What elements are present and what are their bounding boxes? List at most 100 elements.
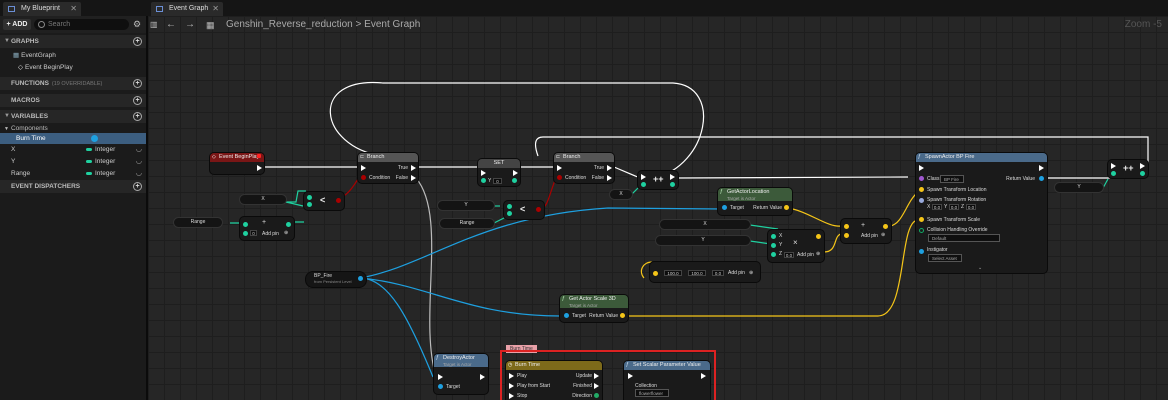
add-dispatcher-icon[interactable]: + [133, 182, 142, 191]
vector-pin[interactable] [653, 271, 658, 276]
branch-node[interactable]: Branch ⊏ Condition True False [358, 153, 418, 183]
add-macro-icon[interactable]: + [133, 96, 142, 105]
increment-node[interactable]: ++ [638, 171, 678, 189]
set-scalar-parameter-node[interactable]: Set Scalar Parameter Value ƒ Collection … [624, 361, 710, 400]
section-graphs[interactable]: ▼ GRAPHS + [0, 35, 146, 48]
exec-out-pin[interactable] [1039, 165, 1044, 171]
search-input[interactable]: Search [34, 19, 129, 30]
add-button[interactable]: + ADD [3, 19, 31, 30]
exec-true-pin[interactable] [411, 165, 416, 171]
int-pin[interactable] [771, 252, 776, 257]
event-graph-canvas[interactable]: ▥ ← → ▦ Genshin_Reverse_reduction > Even… [148, 16, 1168, 400]
graph-item-eventgraph[interactable]: ▦ EventGraph [0, 50, 146, 61]
object-out-pin[interactable] [1039, 176, 1044, 181]
set-variable-node[interactable]: SET Y 0 [478, 159, 520, 186]
get-x-node[interactable]: X [240, 195, 286, 204]
variable-type[interactable]: Integer [86, 156, 115, 167]
get-y-node[interactable]: Y [656, 236, 750, 245]
destroy-actor-node[interactable]: DestroyActor Target is Actor ƒ Target [434, 354, 488, 394]
value-field[interactable]: 0.0 [966, 204, 976, 210]
exec-out-pin[interactable] [594, 373, 599, 379]
enum-out-pin[interactable] [594, 393, 599, 398]
int-pin[interactable] [771, 243, 776, 248]
add-pin-label[interactable]: Add pin [797, 252, 814, 258]
condition-pin[interactable] [361, 175, 366, 180]
int-out-pin[interactable] [286, 222, 291, 227]
collection-dropdown[interactable]: flowerflower [635, 389, 669, 397]
exec-out-pin[interactable] [594, 383, 599, 389]
variable-type[interactable]: Integer [86, 144, 115, 155]
exec-out-pin[interactable] [513, 170, 518, 176]
variable-x[interactable]: X Integer ◡ [0, 144, 146, 155]
vector-out-pin[interactable] [816, 234, 821, 239]
int-pin[interactable] [307, 195, 312, 200]
less-than-node[interactable]: < [304, 192, 344, 210]
get-range-node[interactable]: Range [174, 218, 222, 227]
exec-in-pin[interactable] [438, 374, 443, 380]
exec-in-pin[interactable] [919, 165, 924, 171]
add-node[interactable]: 0 + Add pin ⊕ [240, 217, 294, 240]
int-pin[interactable] [507, 204, 512, 209]
int-pin[interactable] [507, 211, 512, 216]
int-pin[interactable] [771, 234, 776, 239]
timeline-node[interactable]: Burn Time ◷ Play Play from Start Stop Up… [506, 361, 602, 400]
exec-in-pin[interactable] [481, 170, 486, 176]
exec-out-pin[interactable] [1140, 163, 1145, 169]
graph-item-event-beginplay[interactable]: ◇ Event BeginPlay [0, 62, 146, 73]
branch-node[interactable]: Branch ⊏ Condition True False [554, 153, 614, 183]
add-pin-icon[interactable]: ⊕ [749, 270, 753, 276]
tab-my-blueprint[interactable]: My Blueprint ✕ [3, 2, 81, 16]
vector-constant-node[interactable]: 100.0 100.0 0.0 Add pin ⊕ [650, 262, 760, 282]
add-pin-label[interactable]: Add pin [861, 233, 878, 239]
int-pin[interactable] [481, 178, 486, 183]
vector-out-pin[interactable] [883, 224, 888, 229]
value-field[interactable]: 0 [250, 230, 257, 236]
increment-node[interactable]: ++ [1108, 160, 1148, 178]
object-pin[interactable] [722, 205, 727, 210]
vector-out-pin[interactable] [620, 313, 625, 318]
value-field[interactable]: 0.0 [784, 252, 794, 258]
add-vector-node[interactable]: + Add pin ⊕ [841, 219, 891, 243]
close-icon[interactable]: ✕ [70, 2, 77, 16]
exec-false-pin[interactable] [607, 175, 612, 181]
value-field[interactable]: 100.0 [688, 270, 706, 276]
exec-in-pin[interactable] [509, 383, 514, 389]
condition-pin[interactable] [557, 175, 562, 180]
exec-in-pin[interactable] [509, 393, 514, 399]
variable-burn-time[interactable]: Burn Time [0, 133, 146, 144]
close-icon[interactable]: ✕ [212, 2, 219, 16]
exec-in-pin[interactable] [509, 373, 514, 379]
exec-out-pin[interactable] [257, 165, 262, 171]
int-pin[interactable] [1111, 171, 1116, 176]
int-pin[interactable] [641, 182, 646, 187]
exec-true-pin[interactable] [607, 165, 612, 171]
tab-event-graph[interactable]: Event Graph ✕ [151, 2, 223, 16]
get-range-node[interactable]: Range [440, 219, 494, 228]
instigator-dropdown[interactable]: Select Asset [928, 254, 962, 262]
get-actor-scale-node[interactable]: Get Actor Scale 3D Target is Actor ƒ Tar… [560, 295, 628, 322]
object-out-pin[interactable] [358, 276, 363, 281]
vector-pin[interactable] [919, 187, 924, 192]
get-x-node[interactable]: X [610, 190, 632, 199]
less-than-node[interactable]: < [504, 201, 544, 219]
int-out-pin[interactable] [670, 182, 675, 187]
value-field[interactable]: 0.0 [949, 204, 959, 210]
exec-out-pin[interactable] [670, 174, 675, 180]
exec-in-pin[interactable] [1111, 163, 1116, 169]
value-field[interactable]: 0.0 [712, 270, 724, 276]
eye-icon[interactable]: ◡ [136, 156, 142, 167]
exec-false-pin[interactable] [411, 175, 416, 181]
delegate-pin-icon[interactable] [257, 154, 261, 158]
object-pin[interactable] [438, 384, 443, 389]
section-event-dispatchers[interactable]: EVENT DISPATCHERS + [0, 180, 146, 193]
int-pin[interactable] [243, 222, 248, 227]
exec-out-pin[interactable] [701, 373, 706, 379]
exec-in-pin[interactable] [557, 165, 562, 171]
variable-type[interactable]: Integer [86, 168, 115, 179]
object-pin[interactable] [919, 249, 924, 254]
bool-out-pin[interactable] [536, 207, 541, 212]
class-dropdown[interactable]: BP Fire [940, 175, 964, 183]
eye-icon[interactable]: ◡ [136, 144, 142, 155]
int-pin[interactable] [307, 202, 312, 207]
add-function-icon[interactable]: + [133, 79, 142, 88]
